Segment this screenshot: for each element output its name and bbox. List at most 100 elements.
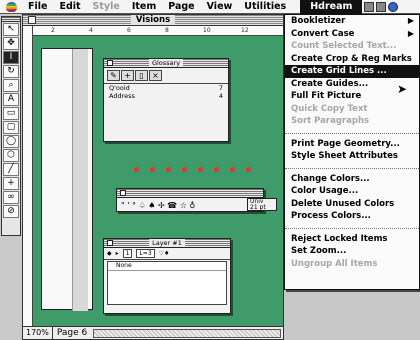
link-icon[interactable]: ∞ <box>3 191 19 204</box>
symbol-palette-titlebar[interactable] <box>117 189 263 198</box>
zoom-field[interactable]: 170% <box>23 326 53 340</box>
edit-icon[interactable]: ✎ <box>107 70 120 81</box>
layer-options-icon[interactable]: ♡♦ <box>159 250 170 257</box>
menu-item-reject-locked-items[interactable]: Reject Locked Items <box>285 233 419 246</box>
hdream-menu: Bookletizer ▶ Convert Case ▶ Count Selected … <box>284 14 420 290</box>
glossary-toolbar: ✎ + ▯ × <box>104 68 228 84</box>
menu-item-convert-case[interactable]: Convert Case ▶ <box>285 28 419 41</box>
menu-style[interactable]: Style <box>87 0 126 14</box>
menu-item-change-colors[interactable]: Change Colors... <box>285 173 419 186</box>
window-icon[interactable] <box>376 1 387 12</box>
glossary-entry-name: Address <box>109 92 135 100</box>
menu-list: File Edit Style Item Page View Utilities <box>22 0 292 14</box>
symbol-row[interactable]: " ' ° ♤ ♠ ✢ ☎ ☆ ♁ <box>117 198 263 213</box>
menu-item-label: Print Page Geometry... <box>291 138 400 149</box>
layer-field-1[interactable]: 1 <box>122 249 133 258</box>
close-box-icon[interactable] <box>107 240 113 246</box>
menu-hdream[interactable]: Hdream <box>300 0 363 14</box>
polybox-icon[interactable]: ⬡ <box>3 149 19 162</box>
menu-item[interactable]: Item <box>126 0 162 14</box>
horizontal-ruler[interactable]: 2 4 6 8 10 12 <box>33 26 283 36</box>
menu-separator <box>285 132 419 134</box>
submenu-arrow-icon: ▶ <box>407 16 414 25</box>
menu-separator <box>285 167 419 169</box>
layer-field-2[interactable]: L=3 <box>136 249 155 258</box>
marker-dot <box>230 167 235 172</box>
ruler-tick-label: 6 <box>127 27 131 34</box>
menu-item-label: Create Grid Lines ... <box>291 66 387 76</box>
glossary-palette: Glossary ✎ + ▯ × Q'ooid 7 Address 4 <box>103 58 229 142</box>
rotate-icon[interactable]: ↻ <box>3 65 19 78</box>
new-entry-icon[interactable]: + <box>121 70 134 81</box>
help-icon[interactable] <box>388 1 399 12</box>
menu-item-create-grid-lines[interactable]: Create Grid Lines ... <box>285 65 419 78</box>
menu-item-print-page-geometry[interactable]: Print Page Geometry... <box>285 138 419 151</box>
delete-icon[interactable]: × <box>149 70 162 81</box>
menu-item-label: Color Usage... <box>291 186 359 196</box>
tool-palette-titlebar[interactable] <box>2 17 20 22</box>
glossary-titlebar[interactable]: Glossary <box>104 59 228 68</box>
textbox-icon[interactable]: A <box>3 93 19 106</box>
ovalbox-icon[interactable]: ◯ <box>3 135 19 148</box>
glossary-entry[interactable]: Q'ooid 7 <box>104 84 228 92</box>
application-icon[interactable] <box>364 1 375 12</box>
symbol-glyphs[interactable]: " ' ° ♤ ♠ ✢ ☎ ☆ ♁ <box>121 200 195 211</box>
document-titlebar[interactable]: Visions <box>23 15 283 26</box>
close-box-icon[interactable] <box>28 16 36 24</box>
menu-item-delete-unused-colors[interactable]: Delete Unused Colors <box>285 198 419 211</box>
apple-menu[interactable] <box>0 0 22 14</box>
layer-row[interactable]: None <box>108 262 226 271</box>
menu-item-ungroup-all-items[interactable]: Ungroup All Items <box>285 258 419 271</box>
layer-titlebar[interactable]: Layer #1 <box>104 239 230 248</box>
unlink-icon[interactable]: ⊘ <box>3 205 19 218</box>
glossary-entry[interactable]: Address 4 <box>104 92 228 100</box>
ruler-tick-label: 12 <box>241 27 249 34</box>
close-box-icon[interactable] <box>120 190 126 196</box>
roundbox-icon[interactable]: ▢ <box>3 121 19 134</box>
layer-list[interactable]: None <box>107 261 227 305</box>
menu-utilities[interactable]: Utilities <box>238 0 292 14</box>
layer-palette: Layer #1 ◆ ▸ 1 L=3 ♡♦ None <box>103 238 231 314</box>
ruler-tick-label: 4 <box>89 27 93 34</box>
glossary-title: Glossary <box>148 59 184 67</box>
menu-item-create-crop-reg-marks[interactable]: Create Crop & Reg Marks <box>285 53 419 66</box>
ruler-tick-label: 2 <box>51 27 55 34</box>
menu-page[interactable]: Page <box>162 0 200 14</box>
menu-item-count-selected-text[interactable]: Count Selected Text... <box>285 40 419 53</box>
visibility-icon[interactable]: ◆ <box>107 250 112 257</box>
apple-icon <box>5 1 17 12</box>
menu-item-process-colors[interactable]: Process Colors... <box>285 210 419 223</box>
menu-file[interactable]: File <box>22 0 53 14</box>
layer-arrow-icon[interactable]: ▸ <box>116 250 119 257</box>
text-icon[interactable]: Ⅰ <box>3 51 19 64</box>
menu-item-color-usage[interactable]: Color Usage... <box>285 185 419 198</box>
close-box-icon[interactable] <box>107 60 113 66</box>
zoom-icon[interactable]: ⌕ <box>3 79 19 92</box>
cursor-icon: ➤ <box>397 82 408 96</box>
vertical-ruler[interactable] <box>23 26 33 326</box>
page-indicator[interactable]: Page 6 <box>53 327 91 339</box>
menu-item-label: Quick Copy Text <box>291 103 368 114</box>
menu-item-bookletizer[interactable]: Bookletizer ▶ <box>285 15 419 28</box>
move-icon[interactable]: ✥ <box>3 37 19 50</box>
menu-view[interactable]: View <box>201 0 239 14</box>
rectbox-icon[interactable]: ▭ <box>3 107 19 120</box>
menu-item-quick-copy-text[interactable]: Quick Copy Text <box>285 103 419 116</box>
line-icon[interactable]: ╱ <box>3 163 19 176</box>
menu-edit[interactable]: Edit <box>53 0 86 14</box>
marker-dot <box>214 167 219 172</box>
glossary-entry-count: 7 <box>218 84 223 92</box>
menu-item-sort-paragraphs[interactable]: Sort Paragraphs <box>285 115 419 128</box>
document-page[interactable] <box>41 48 93 311</box>
document-title: Visions <box>130 15 176 25</box>
horizontal-scrollbar[interactable] <box>93 328 281 338</box>
menu-item-label: Create Crop & Reg Marks <box>291 53 412 64</box>
menu-item-style-sheet-attributes[interactable]: Style Sheet Attributes <box>285 150 419 163</box>
ruler-tick-label: 8 <box>165 27 169 34</box>
ortholine-icon[interactable]: + <box>3 177 19 190</box>
menubar-status-icons <box>364 1 399 12</box>
menu-item-label: Style Sheet Attributes <box>291 151 398 161</box>
document-icon[interactable]: ▯ <box>135 70 148 81</box>
menu-item-set-zoom[interactable]: Set Zoom... <box>285 245 419 258</box>
arrow-icon[interactable]: ↖ <box>3 23 19 36</box>
